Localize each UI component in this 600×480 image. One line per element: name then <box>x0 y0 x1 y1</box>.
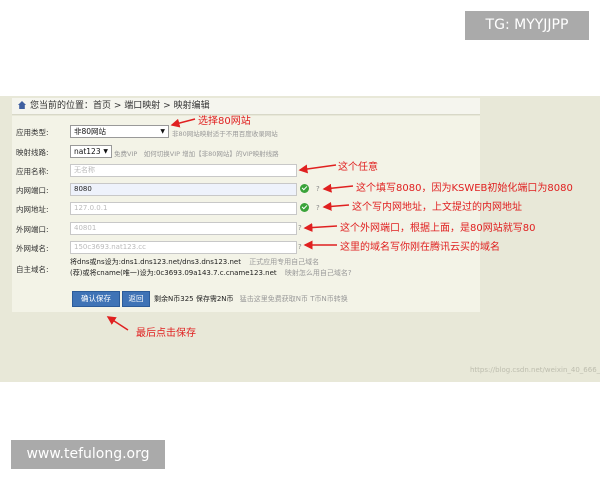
arrow-to-internal-addr <box>322 201 350 211</box>
arrow-to-app-name <box>298 164 337 174</box>
arrow-to-app-type <box>170 118 196 128</box>
watermark-bottom: www.tefulong.org <box>11 440 165 469</box>
arrow-to-external-port <box>303 223 338 233</box>
arrow-to-internal-port <box>322 183 354 193</box>
watermark-top: TG: MYYJJPP <box>465 11 589 40</box>
annotation-arrows <box>106 118 354 331</box>
csdn-watermark: https://blog.csdn.net/weixin_40_666_ <box>470 366 600 374</box>
arrow-to-save <box>106 316 129 331</box>
